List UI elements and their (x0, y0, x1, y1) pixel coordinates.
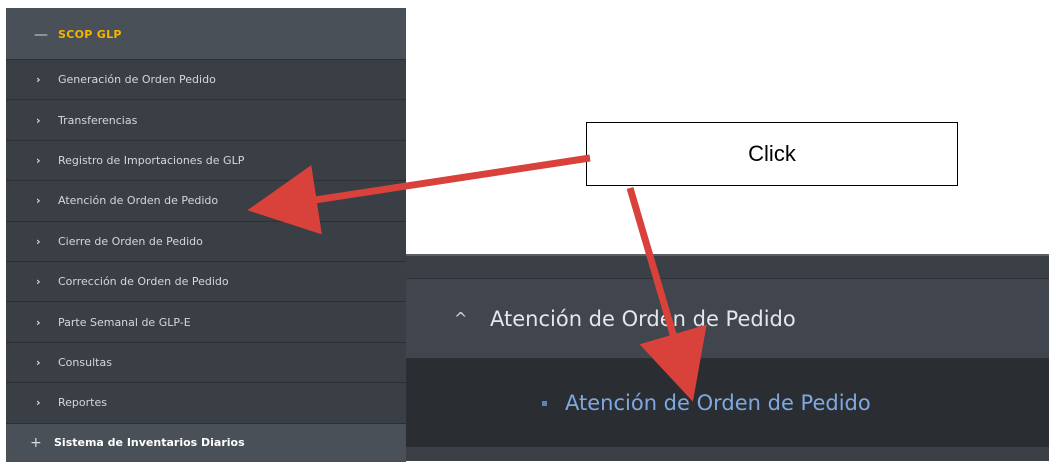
zoom-parent-label: Atención de Orden de Pedido (490, 306, 796, 331)
chevron-right-icon: › (36, 315, 41, 329)
chevron-right-icon: › (36, 275, 41, 289)
menu-item-cierre-orden[interactable]: › Cierre de Orden de Pedido (6, 221, 406, 262)
menu-item-registro-importaciones[interactable]: › Registro de Importaciones de GLP (6, 140, 406, 182)
chevron-right-icon: › (36, 396, 41, 410)
menu-section-title: SCOP GLP (58, 28, 122, 41)
menu-item-label: Transferencias (58, 113, 138, 127)
menu-item-consultas[interactable]: › Consultas (6, 342, 406, 384)
menu-item-generacion[interactable]: › Generación de Orden Pedido (6, 60, 406, 101)
menu-item-label: Consultas (58, 355, 112, 369)
menu-section-label: Sistema de Inventarios Diarios (54, 436, 245, 450)
menu-item-correccion-orden[interactable]: › Corrección de Orden de Pedido (6, 261, 406, 303)
zoom-child-menu-item[interactable]: Atención de Orden de Pedido (406, 359, 1049, 447)
menu-section-inventarios[interactable]: + Sistema de Inventarios Diarios (6, 423, 406, 462)
chevron-right-icon: › (36, 194, 41, 208)
chevron-right-icon: › (36, 113, 41, 127)
menu-item-parte-semanal[interactable]: › Parte Semanal de GLP-E (6, 302, 406, 343)
menu-item-reportes[interactable]: › Reportes (6, 383, 406, 424)
sidebar-menu: — SCOP GLP › Generación de Orden Pedido … (6, 8, 406, 462)
menu-item-label: Generación de Orden Pedido (58, 73, 216, 87)
menu-item-atencion-orden[interactable]: › Atención de Orden de Pedido (6, 181, 406, 222)
click-callout-box: Click (586, 122, 958, 186)
callout-text: Click (748, 141, 796, 166)
zoom-child-label: Atención de Orden de Pedido (565, 391, 871, 415)
menu-section-scop-glp[interactable]: — SCOP GLP (6, 10, 406, 60)
chevron-right-icon: › (36, 355, 41, 369)
menu-item-label: Corrección de Orden de Pedido (58, 275, 229, 289)
chevron-right-icon: › (36, 234, 41, 248)
menu-item-label: Parte Semanal de GLP-E (58, 315, 191, 329)
menu-item-transferencias[interactable]: › Transferencias (6, 100, 406, 141)
zoom-top-strip (406, 256, 1049, 279)
bullet-icon (542, 400, 547, 406)
menu-item-label: Atención de Orden de Pedido (58, 194, 219, 208)
chevron-up-icon: ^ (454, 309, 468, 328)
plus-icon: + (30, 434, 42, 451)
chevron-right-icon: › (36, 153, 41, 167)
minus-icon: — (34, 26, 48, 43)
menu-item-label: Reportes (58, 396, 107, 410)
zoomed-menu-panel: ^ Atención de Orden de Pedido Atención d… (406, 254, 1049, 461)
menu-item-label: Registro de Importaciones de GLP (58, 153, 245, 167)
zoom-parent-menu-item[interactable]: ^ Atención de Orden de Pedido (406, 279, 1049, 359)
menu-item-label: Cierre de Orden de Pedido (58, 234, 203, 248)
chevron-right-icon: › (36, 73, 41, 87)
